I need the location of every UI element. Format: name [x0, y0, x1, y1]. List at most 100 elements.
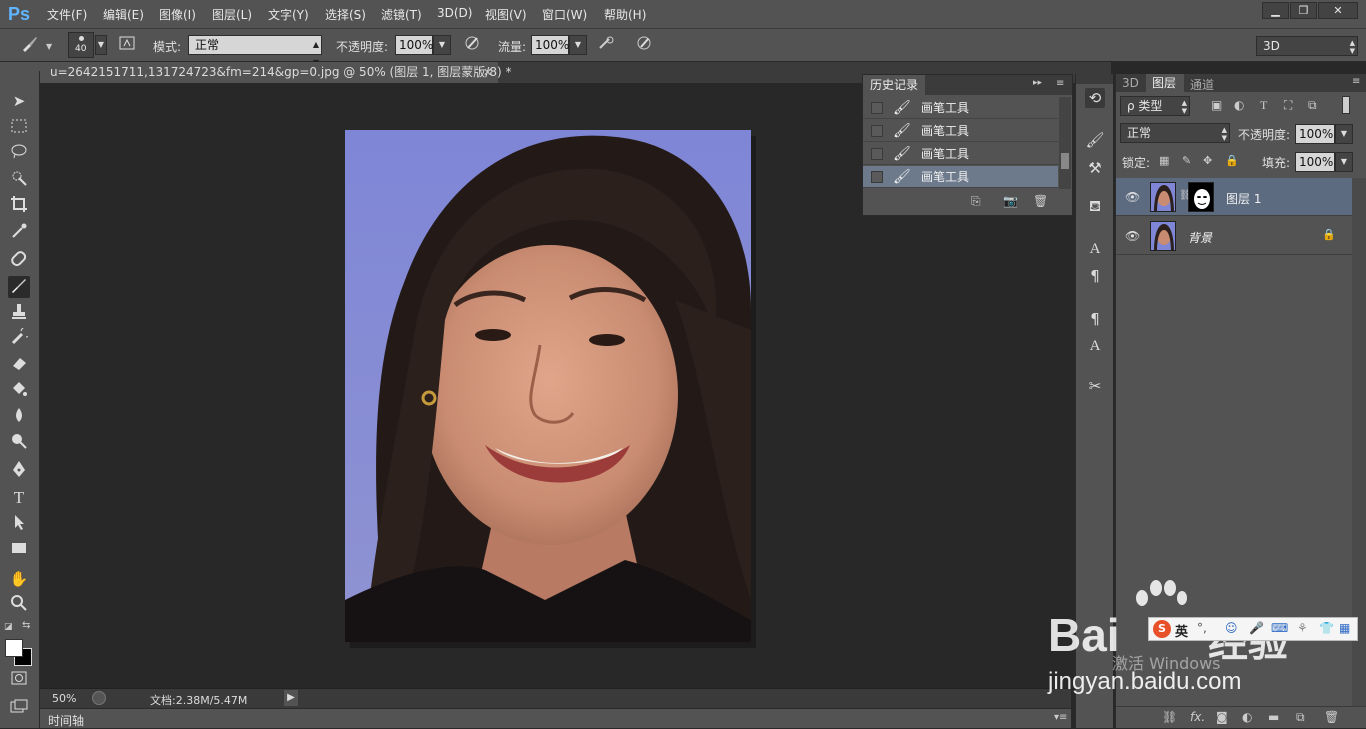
visibility-eye-icon[interactable]: 👁 — [1125, 190, 1140, 204]
document-tab[interactable]: u=2642151711,131724723&fm=214&gp=0.jpg @… — [40, 62, 511, 83]
emoji-icon[interactable]: ☺ — [1225, 621, 1238, 635]
brush-presets-icon[interactable]: ⚒ — [1085, 158, 1105, 178]
chevron-down-icon[interactable]: ▼ — [46, 42, 52, 51]
zoom-tool-icon[interactable] — [8, 594, 30, 616]
hand-tool-icon[interactable]: ✋ — [8, 568, 30, 590]
dodge-tool-icon[interactable] — [8, 432, 30, 454]
play-arrow-icon[interactable]: ▶ — [284, 690, 298, 706]
swap-colors-icon[interactable]: ⇆ — [22, 620, 30, 631]
filter-adjustment-icon[interactable]: ◐ — [1234, 98, 1244, 112]
character-panel-icon[interactable]: A — [1085, 239, 1105, 259]
filter-type-select[interactable]: ρ 类型 ▲ ▼ — [1120, 96, 1190, 116]
status-info-icon[interactable] — [92, 691, 106, 705]
filter-toggle[interactable] — [1342, 96, 1350, 114]
layer-name[interactable]: 图层 1 — [1226, 190, 1261, 207]
microphone-icon[interactable]: 🎤 — [1249, 621, 1264, 635]
marquee-tool-icon[interactable] — [8, 117, 30, 139]
default-colors-icon[interactable]: ◪ — [4, 622, 13, 632]
tab-channels[interactable]: 通道 — [1190, 76, 1214, 93]
tab-layers[interactable]: 图层 — [1146, 74, 1184, 92]
menu-3d[interactable]: 3D(D) — [437, 6, 472, 20]
zoom-level[interactable]: 50% — [52, 692, 76, 705]
camera-icon[interactable]: 📷 — [1003, 194, 1018, 208]
panel-menu-icon[interactable]: ≡ — [1056, 78, 1064, 89]
fill-input[interactable]: 100% — [1295, 152, 1335, 172]
paragraph-styles-icon[interactable]: ¶ — [1085, 309, 1105, 329]
crop-tool-icon[interactable] — [8, 195, 30, 217]
history-item[interactable]: 🖌 画笔工具 — [863, 97, 1058, 119]
skin-icon[interactable]: 👕 — [1319, 621, 1334, 635]
layer-row[interactable]: 👁 ⛓ 图层 1 — [1116, 178, 1352, 216]
filter-shape-icon[interactable]: ⛶ — [1284, 98, 1292, 113]
ime-toolbar[interactable]: S 英 °, ☺ 🎤 ⌨ ⚘ 👕 ▦ — [1148, 617, 1358, 641]
keyboard-icon[interactable]: ⌨ — [1271, 621, 1288, 635]
path-selection-tool-icon[interactable] — [8, 513, 30, 535]
fx-icon[interactable]: fx. — [1190, 710, 1205, 724]
pressure-size-icon[interactable] — [632, 34, 656, 56]
new-layer-icon[interactable]: ⧉ — [1296, 710, 1305, 725]
snapshot-checkbox[interactable] — [871, 171, 883, 183]
toolbox-icon[interactable]: ⚘ — [1297, 621, 1308, 635]
tab-3d[interactable]: 3D — [1122, 76, 1139, 90]
timeline-label[interactable]: 时间轴 — [48, 712, 84, 729]
history-tab[interactable]: 历史记录 — [863, 75, 925, 95]
move-tool-icon[interactable]: ➤ — [8, 90, 30, 112]
menu-help[interactable]: 帮助(H) — [604, 6, 646, 23]
quick-select-tool-icon[interactable] — [8, 169, 30, 191]
menu-view[interactable]: 视图(V) — [485, 6, 527, 23]
ime-language[interactable]: 英 — [1175, 621, 1188, 640]
snapshot-checkbox[interactable] — [871, 102, 883, 114]
menu-select[interactable]: 选择(S) — [325, 6, 366, 23]
layer-row[interactable]: 👁 背景 🔒 — [1116, 217, 1352, 255]
menu-grid-icon[interactable]: ▦ — [1339, 621, 1350, 635]
layer-opacity-slider-toggle[interactable]: ▼ — [1335, 124, 1353, 144]
menu-type[interactable]: 文字(Y) — [268, 6, 309, 23]
screen-mode-icon[interactable] — [8, 698, 30, 720]
brush-panel-toggle-icon[interactable] — [115, 34, 139, 56]
eyedropper-tool-icon[interactable] — [8, 222, 30, 244]
scrollbar-thumb[interactable] — [1061, 153, 1069, 169]
panel-menu-icon[interactable]: ▾≡ — [1054, 712, 1067, 723]
snapshot-checkbox[interactable] — [871, 148, 883, 160]
group-folder-icon[interactable]: ▬ — [1268, 710, 1279, 724]
menu-edit[interactable]: 编辑(E) — [103, 6, 144, 23]
close-tab-icon[interactable]: ✕ — [483, 62, 492, 83]
minimize-button[interactable]: ▁ — [1262, 2, 1289, 19]
history-item[interactable]: 🖌 画笔工具 — [863, 120, 1058, 142]
workspace-select[interactable]: 3D ▲ ▼ — [1256, 36, 1358, 56]
trash-icon[interactable]: 🗑 — [1324, 710, 1339, 724]
history-item-selected[interactable]: 🖌 画笔工具 — [863, 166, 1058, 188]
menu-window[interactable]: 窗口(W) — [542, 6, 587, 23]
lock-image-icon[interactable]: ✎ — [1182, 154, 1191, 167]
brush-size-picker[interactable]: 40 — [68, 32, 94, 58]
visibility-eye-icon[interactable]: 👁 — [1125, 229, 1140, 243]
add-mask-icon[interactable]: ◙ — [1216, 710, 1228, 724]
brush-panel-icon[interactable]: 🖌 — [1085, 130, 1105, 150]
lasso-tool-icon[interactable] — [8, 143, 30, 165]
quick-mask-icon[interactable] — [8, 670, 30, 692]
snapshot-checkbox[interactable] — [871, 125, 883, 137]
clone-stamp-tool-icon[interactable] — [8, 302, 30, 324]
layer-name[interactable]: 背景 — [1188, 229, 1212, 246]
tool-presets-icon[interactable]: ✂ — [1085, 376, 1105, 396]
blur-tool-icon[interactable] — [8, 406, 30, 428]
trash-icon[interactable]: 🗑 — [1033, 194, 1048, 208]
lock-position-icon[interactable]: ✥ — [1203, 154, 1212, 167]
layer-mask-thumbnail[interactable] — [1188, 182, 1214, 212]
adjustment-layer-icon[interactable]: ◐ — [1242, 710, 1252, 724]
opacity-input[interactable]: 100% — [395, 35, 433, 55]
history-brush-tool-icon[interactable] — [8, 326, 32, 350]
fill-slider-toggle[interactable]: ▼ — [1335, 152, 1353, 172]
menu-layer[interactable]: 图层(L) — [212, 6, 252, 23]
menu-filter[interactable]: 滤镜(T) — [381, 6, 422, 23]
pen-tool-icon[interactable] — [8, 460, 30, 482]
history-item[interactable]: 🖌 画笔工具 — [863, 143, 1058, 165]
menu-file[interactable]: 文件(F) — [47, 6, 87, 23]
history-panel-icon[interactable]: ⟲ — [1085, 88, 1105, 108]
collapse-icon[interactable]: ▸▸ — [1033, 78, 1042, 88]
clone-source-icon[interactable]: ⛾ — [1085, 196, 1105, 216]
flow-slider-toggle[interactable]: ▼ — [569, 35, 587, 55]
scrollbar[interactable] — [1059, 97, 1071, 189]
pressure-opacity-icon[interactable] — [460, 34, 484, 56]
type-tool-icon[interactable]: T — [8, 487, 30, 509]
